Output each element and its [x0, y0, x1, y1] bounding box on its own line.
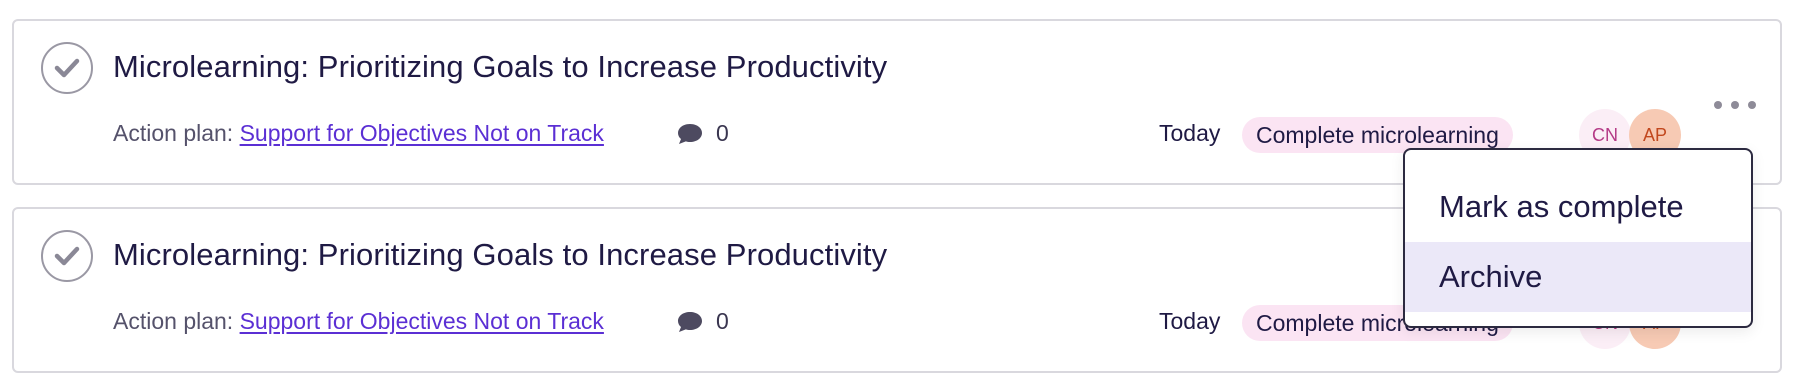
comments[interactable]: 0	[676, 120, 729, 147]
action-plan-label: Action plan:	[113, 308, 240, 334]
comments[interactable]: 0	[676, 308, 729, 335]
more-options-icon[interactable]	[1714, 94, 1756, 116]
action-plan-link[interactable]: Support for Objectives Not on Track	[240, 120, 604, 146]
task-title[interactable]: Microlearning: Prioritizing Goals to Inc…	[113, 49, 887, 85]
dot	[1748, 101, 1756, 109]
action-plan-link[interactable]: Support for Objectives Not on Track	[240, 308, 604, 334]
comment-bubble-icon	[678, 311, 702, 332]
due-date: Today	[1159, 120, 1221, 146]
task-options-menu: Mark as complete Archive	[1403, 148, 1753, 328]
complete-checkmark-icon[interactable]	[41, 42, 93, 94]
due-date: Today	[1159, 308, 1221, 334]
action-plan: Action plan: Support for Objectives Not …	[113, 308, 604, 335]
menu-item-archive[interactable]: Archive	[1405, 242, 1751, 312]
complete-checkmark-icon[interactable]	[41, 230, 93, 282]
menu-item-mark-complete[interactable]: Mark as complete	[1405, 172, 1751, 242]
comment-count: 0	[716, 120, 729, 146]
action-plan-label: Action plan:	[113, 120, 240, 146]
dot	[1714, 101, 1722, 109]
comment-bubble-icon	[678, 123, 702, 144]
task-title[interactable]: Microlearning: Prioritizing Goals to Inc…	[113, 237, 887, 273]
dot	[1731, 101, 1739, 109]
action-plan: Action plan: Support for Objectives Not …	[113, 120, 604, 147]
comment-count: 0	[716, 308, 729, 334]
